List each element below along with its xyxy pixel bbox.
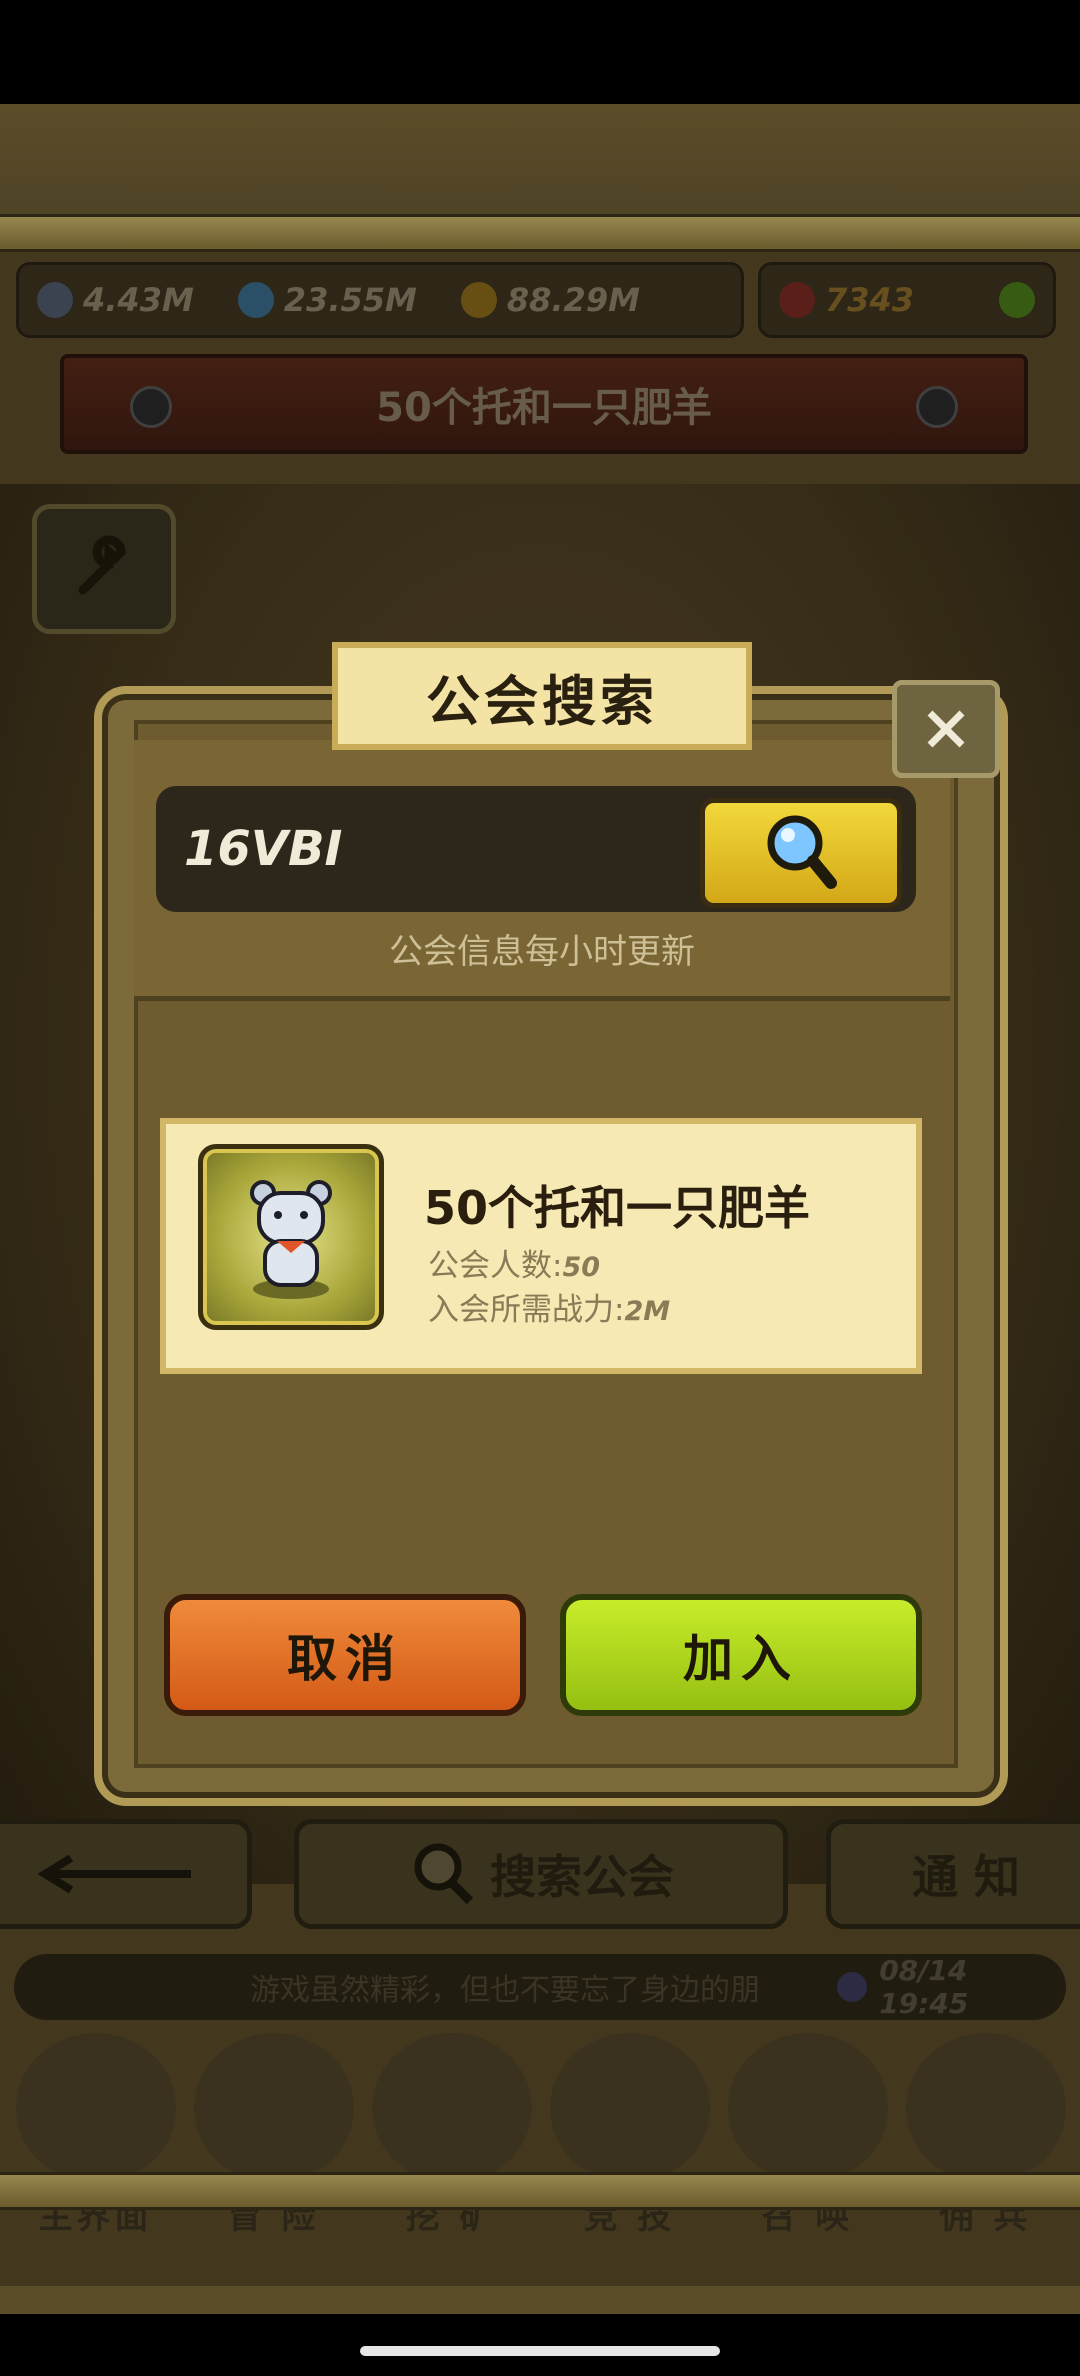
close-button[interactable] bbox=[892, 680, 1000, 778]
guild-name: 50个托和一只肥羊 bbox=[424, 1181, 811, 1235]
close-icon bbox=[927, 710, 965, 748]
search-hint: 公会信息每小时更新 bbox=[389, 932, 695, 972]
bear-icon bbox=[250, 1180, 332, 1299]
join-button[interactable]: 加入 bbox=[560, 1594, 922, 1716]
home-indicator[interactable] bbox=[360, 2346, 720, 2356]
guild-emblem bbox=[198, 1144, 384, 1330]
search-submit-button[interactable] bbox=[700, 798, 902, 908]
magnifier-icon bbox=[767, 815, 837, 889]
guild-required-power: 入会所需战力:2M bbox=[428, 1292, 671, 1328]
dialog-title: 公会搜索 bbox=[332, 642, 752, 750]
guild-members: 公会人数:50 bbox=[428, 1248, 601, 1284]
cancel-button[interactable]: 取消 bbox=[164, 1594, 526, 1716]
